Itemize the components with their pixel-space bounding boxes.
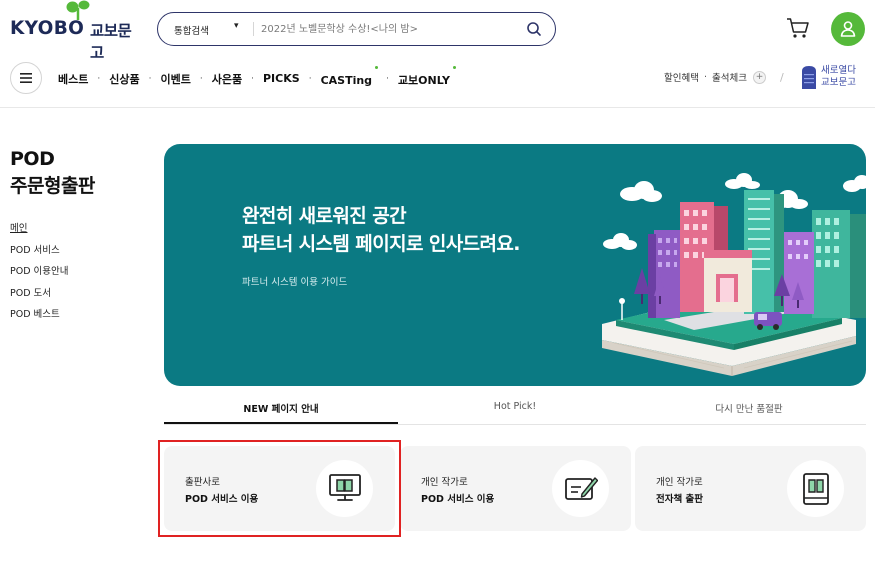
sidebar-item-label: POD 서비스 [10, 244, 60, 256]
sidebar-item-label: POD 이용안내 [10, 266, 69, 277]
sidebar-item-main[interactable]: 메인 [10, 222, 69, 244]
saero-kyobo-link[interactable]: 새로열다 교보문고 [801, 65, 871, 91]
card-line2: 전자책 출판 [656, 494, 704, 505]
nav-item-best[interactable]: 베스트 [58, 71, 88, 87]
book-city-illustration [602, 173, 866, 376]
card-line1: 개인 작가로 [656, 477, 703, 488]
search-divider [253, 22, 254, 36]
search-category-select[interactable]: 통합검색 [174, 23, 209, 37]
building-icon [802, 66, 816, 89]
plus-icon[interactable]: + [752, 70, 766, 84]
sidebar-item-pod-service[interactable]: POD 서비스 [10, 244, 69, 266]
banner-headline-line2: 파트너 시스템 페이지로 인사드려요. [242, 233, 520, 255]
content-tabs: NEW 페이지 안내 Hot Pick! 다시 만난 품절판 [164, 396, 866, 425]
sidebar-item-pod-best[interactable]: POD 베스트 [10, 308, 69, 330]
util-separator: · [703, 71, 707, 83]
ebook-device-icon [802, 472, 829, 505]
menu-button[interactable] [10, 62, 42, 94]
card-line2: POD 서비스 이용 [421, 494, 495, 505]
sidebar-item-label: POD 베스트 [10, 309, 60, 320]
page-title-line1: POD [10, 148, 55, 170]
nav-separator: · [97, 73, 101, 84]
search-icon[interactable] [526, 21, 542, 37]
search-input[interactable] [261, 20, 521, 38]
nav-item-kyobo-only[interactable]: 교보ONLY [398, 74, 450, 87]
sidebar-item-label: 메인 [10, 223, 28, 234]
logo-text-kr: 교보문고 [90, 22, 132, 62]
new-indicator-dot [453, 66, 456, 69]
sidebar-menu: 메인 POD 서비스 POD 이용안내 POD 도서 POD 베스트 [10, 222, 69, 330]
banner-headline-line1: 완전히 새로워진 공간 [242, 205, 407, 227]
hamburger-icon [20, 73, 32, 83]
sprout-icon [66, 0, 90, 20]
card-pen-icon [564, 476, 598, 500]
sidebar-item-pod-books[interactable]: POD 도서 [10, 287, 69, 309]
nav-item-casting-wrap: CASTing [321, 66, 379, 88]
user-icon [840, 21, 856, 37]
nav-item-kyobo-only-wrap: 교보ONLY [398, 66, 456, 88]
nav-divider [0, 107, 875, 108]
tab-out-of-print[interactable]: 다시 만난 품절판 [632, 396, 866, 424]
search-bar: 통합검색 ▾ [157, 12, 556, 46]
saero-line1: 새로열다 [821, 65, 856, 76]
card-author-pod[interactable]: 개인 작가로 POD 서비스 이용 [400, 446, 631, 531]
attendance-check-link[interactable]: 출석체크 [712, 70, 747, 84]
logo-text-en: KYOBO [10, 18, 85, 39]
sidebar-item-label: POD 도서 [10, 287, 52, 299]
tab-hot-pick[interactable]: Hot Pick! [398, 396, 632, 424]
page-title: POD 주문형출판 [10, 146, 95, 200]
page-title-line2: 주문형출판 [10, 175, 95, 197]
main-nav: 베스트 · 신상품 · 이벤트 · 사은품 · PICKS · CASTing … [58, 66, 456, 88]
nav-separator: · [148, 73, 152, 84]
highlight-box [158, 440, 401, 537]
card-icon-circle [787, 460, 844, 517]
sidebar-item-pod-guide[interactable]: POD 이용안내 [10, 265, 69, 287]
nav-item-casting[interactable]: CASTing [321, 74, 373, 87]
card-line1: 개인 작가로 [421, 477, 468, 488]
cart-icon[interactable] [786, 17, 810, 39]
card-author-ebook[interactable]: 개인 작가로 전자책 출판 [635, 446, 866, 531]
saero-line2: 교보문고 [821, 77, 856, 88]
caret-down-icon[interactable]: ▾ [234, 21, 239, 31]
nav-item-events[interactable]: 이벤트 [161, 71, 191, 87]
nav-separator: · [308, 73, 312, 84]
banner-headline: 완전히 새로워진 공간 파트너 시스템 페이지로 인사드려요. [242, 202, 520, 258]
nav-item-gifts[interactable]: 사은품 [212, 71, 242, 87]
tab-new-page-guide[interactable]: NEW 페이지 안내 [164, 396, 398, 424]
nav-item-new-products[interactable]: 신상품 [109, 71, 139, 87]
utility-links: 할인혜택 · 출석체크 + / [664, 70, 796, 84]
nav-separator: · [251, 73, 254, 84]
user-avatar-button[interactable] [831, 12, 865, 46]
nav-separator: · [199, 73, 203, 84]
util-slash: / [779, 70, 784, 84]
kyobo-logo[interactable]: KYOBO 교보문고 [10, 0, 140, 62]
nav-item-picks[interactable]: PICKS [263, 72, 300, 85]
discount-benefits-link[interactable]: 할인혜택 [664, 70, 699, 84]
hero-banner[interactable]: 완전히 새로워진 공간 파트너 시스템 페이지로 인사드려요. 파트너 시스템 … [164, 144, 866, 386]
new-indicator-dot [375, 66, 379, 69]
card-icon-circle [552, 460, 609, 517]
nav-separator: · [386, 73, 389, 84]
banner-guide-link[interactable]: 파트너 시스템 이용 가이드 [242, 274, 347, 288]
